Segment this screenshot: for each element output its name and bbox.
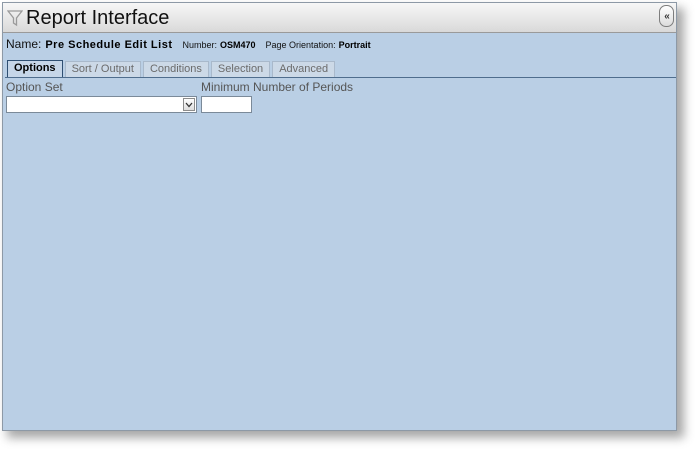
tab-selection[interactable]: Selection: [210, 61, 271, 77]
title-bar: Report Interface «: [3, 3, 676, 33]
option-set-value: [7, 101, 10, 113]
funnel-icon: [7, 10, 23, 27]
page-orientation-label: Page Orientation:: [265, 40, 336, 50]
tab-conditions[interactable]: Conditions: [142, 61, 209, 77]
tab-underline: [5, 77, 676, 78]
tab-options[interactable]: Options: [7, 60, 63, 77]
tab-sort-output[interactable]: Sort / Output: [64, 61, 141, 77]
report-name-value: Pre Schedule Edit List: [45, 39, 173, 51]
tab-advanced[interactable]: Advanced: [272, 61, 336, 77]
report-interface-window: Report Interface « Name: Pre Schedule Ed…: [2, 2, 677, 431]
min-periods-input[interactable]: [201, 96, 252, 113]
report-name-label: Name:: [6, 37, 42, 51]
report-number-value: OSM470: [220, 40, 256, 50]
min-periods-label: Minimum Number of Periods: [201, 80, 354, 94]
page-orientation-value: Portrait: [338, 40, 371, 50]
collapse-button[interactable]: «: [659, 5, 674, 27]
report-info-bar: Name: Pre Schedule Edit List Number: OSM…: [6, 37, 371, 55]
option-set-select[interactable]: [6, 96, 197, 113]
option-set-label: Option Set: [6, 80, 63, 94]
report-number-label: Number:: [182, 40, 217, 50]
tab-strip: Options Sort / Output Conditions Selecti…: [7, 60, 337, 77]
chevron-down-icon[interactable]: [183, 98, 195, 111]
window-title: Report Interface: [26, 7, 170, 29]
